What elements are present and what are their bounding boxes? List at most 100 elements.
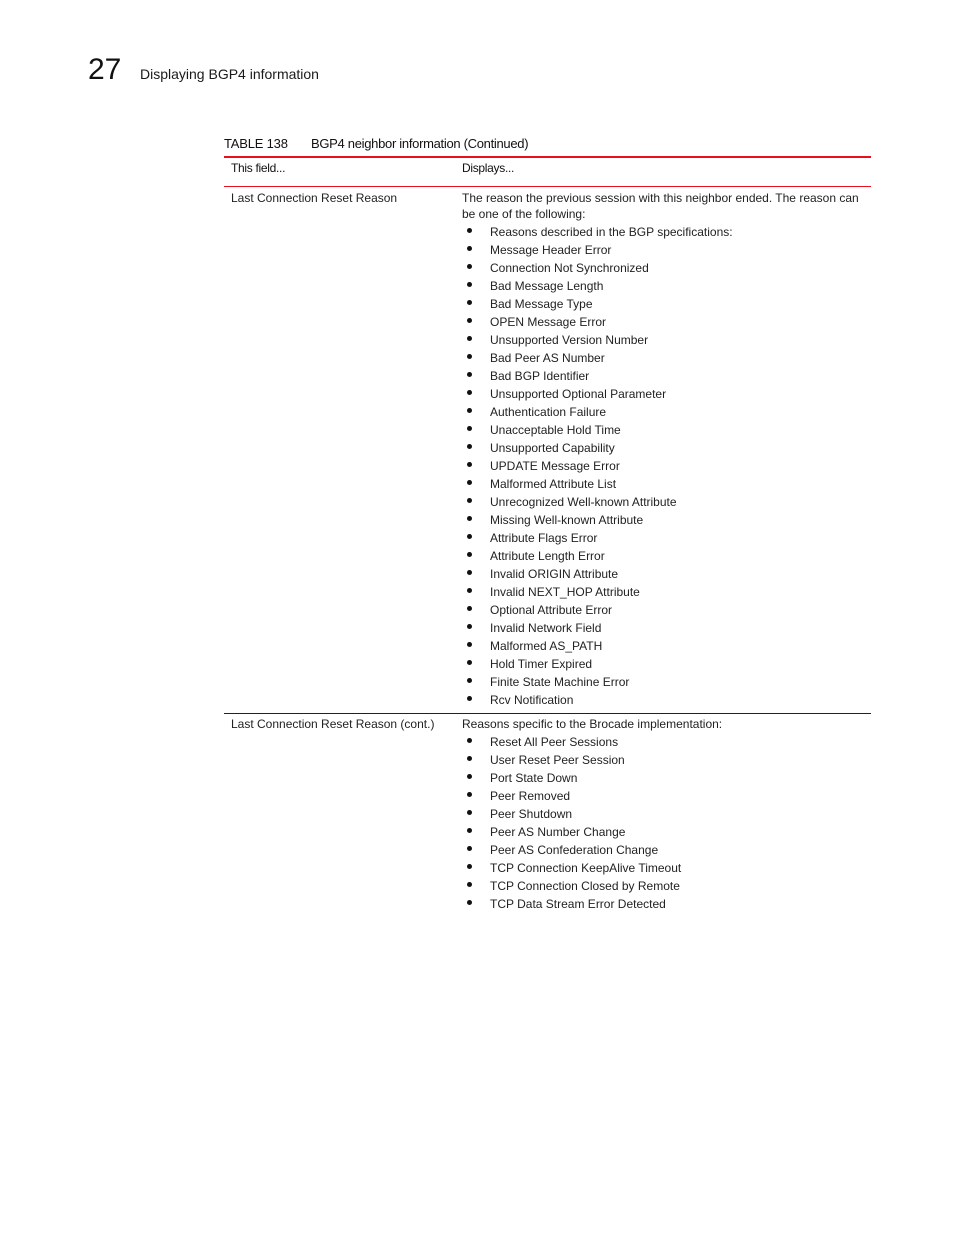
table-caption-title: BGP4 neighbor information (Continued) xyxy=(311,136,529,151)
list-item: Connection Not Synchronized xyxy=(462,259,867,277)
bullet-icon xyxy=(467,264,472,269)
list-item-text: Unsupported Optional Parameter xyxy=(490,387,667,401)
list-item: TCP Connection Closed by Remote xyxy=(462,877,867,895)
list-item-text: Unacceptable Hold Time xyxy=(490,423,621,437)
list-item: Unsupported Capability xyxy=(462,439,867,457)
list-item: Attribute Length Error xyxy=(462,547,867,565)
table-row-field: Last Connection Reset Reason xyxy=(231,191,398,205)
bullet-icon xyxy=(467,588,472,593)
list-item-text: Bad Peer AS Number xyxy=(490,351,605,365)
list-item: Attribute Flags Error xyxy=(462,529,867,547)
list-item-text: Reasons described in the BGP specificati… xyxy=(490,225,733,239)
table-caption: TABLE 138 BGP4 neighbor information (Cont… xyxy=(224,135,529,153)
bullet-icon xyxy=(467,864,472,869)
bullet-icon xyxy=(467,282,472,287)
list-item: TCP Data Stream Error Detected xyxy=(462,895,867,913)
table-row-displays: The reason the previous session with thi… xyxy=(462,190,867,709)
bullet-icon xyxy=(467,336,472,341)
list-item-text: TCP Connection Closed by Remote xyxy=(490,879,680,893)
bullet-icon xyxy=(467,480,472,485)
list-item: Reasons described in the BGP specificati… xyxy=(462,223,867,241)
row-description: The reason the previous session with thi… xyxy=(462,191,859,221)
bullet-icon xyxy=(467,810,472,815)
list-item-text: Attribute Length Error xyxy=(490,549,605,563)
list-item: Malformed AS_PATH xyxy=(462,637,867,655)
list-item-text: Peer AS Number Change xyxy=(490,825,626,839)
bullet-icon xyxy=(467,660,472,665)
list-item: Peer Shutdown xyxy=(462,805,867,823)
list-item: Bad Message Type xyxy=(462,295,867,313)
list-item: Hold Timer Expired xyxy=(462,655,867,673)
list-item-text: Bad BGP Identifier xyxy=(490,369,590,383)
list-item: Peer Removed xyxy=(462,787,867,805)
list-item: Bad Message Length xyxy=(462,277,867,295)
list-item: Unrecognized Well-known Attribute xyxy=(462,493,867,511)
bullet-icon xyxy=(467,444,472,449)
list-item-text: Hold Timer Expired xyxy=(490,657,593,671)
list-item-text: Connection Not Synchronized xyxy=(490,261,649,275)
list-item-text: Bad Message Length xyxy=(490,279,604,293)
list-item: Rcv Notification xyxy=(462,691,867,709)
bullet-icon xyxy=(467,246,472,251)
list-item-text: Unsupported Version Number xyxy=(490,333,649,347)
list-item: Invalid Network Field xyxy=(462,619,867,637)
list-item-text: TCP Connection KeepAlive Timeout xyxy=(490,861,682,875)
list-item-text: Invalid NEXT_HOP Attribute xyxy=(490,585,640,599)
bullet-icon xyxy=(467,390,472,395)
list-item-text: TCP Data Stream Error Detected xyxy=(490,897,666,911)
bullet-list: Reset All Peer Sessions User Reset Peer S… xyxy=(462,733,867,913)
list-item-text: Peer Removed xyxy=(490,789,571,803)
bullet-icon xyxy=(467,846,472,851)
bullet-icon xyxy=(467,792,472,797)
list-item-text: Authentication Failure xyxy=(490,405,607,419)
row-divider xyxy=(224,713,871,714)
list-item-text: OPEN Message Error xyxy=(490,315,607,329)
list-item-text: Malformed AS_PATH xyxy=(490,639,603,653)
list-item: Port State Down xyxy=(462,769,867,787)
list-item: Finite State Machine Error xyxy=(462,673,867,691)
bullet-icon xyxy=(467,552,472,557)
list-item-text: Message Header Error xyxy=(490,243,612,257)
chapter-title: Displaying BGP4 information xyxy=(140,66,319,82)
list-item: UPDATE Message Error xyxy=(462,457,867,475)
bullet-icon xyxy=(467,408,472,413)
list-item: Invalid NEXT_HOP Attribute xyxy=(462,583,867,601)
list-item: Unacceptable Hold Time xyxy=(462,421,867,439)
bullet-icon xyxy=(467,516,472,521)
list-item-text: Invalid Network Field xyxy=(490,621,602,635)
list-item: Malformed Attribute List xyxy=(462,475,867,493)
list-item-text: Peer AS Confederation Change xyxy=(490,843,659,857)
list-item-text: Reset All Peer Sessions xyxy=(490,735,619,749)
bullet-icon xyxy=(467,534,472,539)
bullet-icon xyxy=(467,372,472,377)
list-item: Unsupported Version Number xyxy=(462,331,867,349)
bullet-list: Reasons described in the BGP specificati… xyxy=(462,223,867,709)
column-header-field: This field... xyxy=(231,161,286,175)
bullet-icon xyxy=(467,570,472,575)
bullet-icon xyxy=(467,606,472,611)
list-item: Bad BGP Identifier xyxy=(462,367,867,385)
bullet-icon xyxy=(467,462,472,467)
bullet-icon xyxy=(467,828,472,833)
list-item-text: Invalid ORIGIN Attribute xyxy=(490,567,619,581)
list-item: Authentication Failure xyxy=(462,403,867,421)
list-item-text: Optional Attribute Error xyxy=(490,603,613,617)
list-item-text: Malformed Attribute List xyxy=(490,477,617,491)
list-item: TCP Connection KeepAlive Timeout xyxy=(462,859,867,877)
chapter-number: 27 xyxy=(88,53,122,86)
column-header-displays: Displays... xyxy=(462,161,515,175)
list-item-text: Peer Shutdown xyxy=(490,807,573,821)
bullet-icon xyxy=(467,756,472,761)
bullet-icon xyxy=(467,300,472,305)
list-item-text: Rcv Notification xyxy=(490,693,574,707)
list-item-text: Bad Message Type xyxy=(490,297,593,311)
bullet-icon xyxy=(467,498,472,503)
list-item: Message Header Error xyxy=(462,241,867,259)
bullet-icon xyxy=(467,318,472,323)
bullet-icon xyxy=(467,642,472,647)
bullet-icon xyxy=(467,738,472,743)
bullet-icon xyxy=(467,426,472,431)
bullet-icon xyxy=(467,624,472,629)
bullet-icon xyxy=(467,882,472,887)
bullet-icon xyxy=(467,228,472,233)
